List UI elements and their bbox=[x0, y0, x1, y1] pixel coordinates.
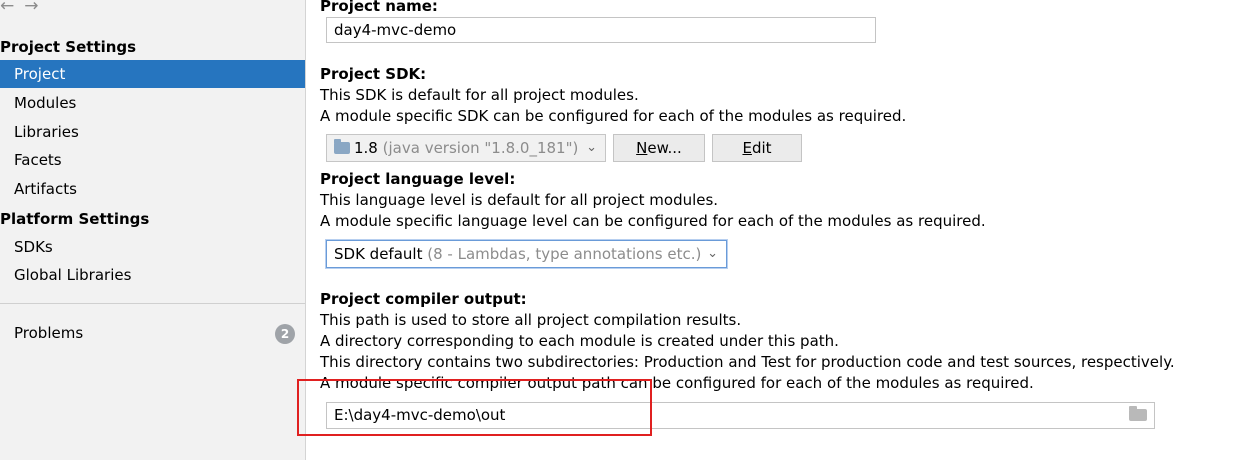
sidebar-item-sdks[interactable]: SDKs bbox=[0, 233, 305, 261]
compiler-output-desc-3: This directory contains two subdirectori… bbox=[320, 353, 1175, 371]
new-sdk-button[interactable]: New... bbox=[613, 134, 705, 162]
project-sdk-desc-1: This SDK is default for all project modu… bbox=[320, 86, 639, 104]
language-level-detail: (8 - Lambdas, type annotations etc.) bbox=[427, 245, 702, 263]
sidebar-item-facets[interactable]: Facets bbox=[0, 146, 305, 174]
compiler-output-desc-1: This path is used to store all project c… bbox=[320, 311, 742, 329]
project-sdk-select[interactable]: 1.8 (java version "1.8.0_181") ⌄ bbox=[326, 134, 606, 162]
sdk-folder-icon bbox=[334, 139, 350, 154]
browse-folder-icon[interactable] bbox=[1129, 406, 1147, 421]
sidebar-divider bbox=[0, 303, 305, 304]
settings-sidebar: ← → Project Settings Project Modules Libr… bbox=[0, 0, 306, 460]
sdk-version: 1.8 bbox=[354, 139, 378, 157]
project-name-input[interactable]: day4-mvc-demo bbox=[326, 17, 876, 43]
sidebar-item-libraries[interactable]: Libraries bbox=[0, 118, 305, 146]
problems-label: Problems bbox=[14, 324, 84, 342]
problems-count-badge: 2 bbox=[275, 324, 295, 344]
project-sdk-label: Project SDK: bbox=[320, 65, 427, 83]
language-level-desc-1: This language level is default for all p… bbox=[320, 191, 719, 209]
sidebar-item-project[interactable]: Project bbox=[0, 60, 305, 88]
platform-settings-header: Platform Settings bbox=[0, 210, 150, 228]
edit-sdk-button[interactable]: Edit bbox=[712, 134, 802, 162]
sidebar-item-global-libraries[interactable]: Global Libraries bbox=[0, 261, 305, 289]
sdk-version-detail: (java version "1.8.0_181") bbox=[382, 139, 579, 157]
project-sdk-desc-2: A module specific SDK can be configured … bbox=[320, 107, 907, 125]
chevron-down-icon: ⌄ bbox=[586, 140, 597, 155]
language-level-label: Project language level: bbox=[320, 170, 516, 188]
highlight-annotation-box bbox=[297, 379, 652, 436]
back-arrow-icon[interactable]: ← bbox=[0, 0, 14, 16]
chevron-down-icon: ⌄ bbox=[707, 246, 718, 261]
language-level-value: SDK default bbox=[334, 245, 423, 263]
project-settings-header: Project Settings bbox=[0, 38, 137, 56]
sidebar-item-artifacts[interactable]: Artifacts bbox=[0, 175, 305, 203]
project-name-label: Project name: bbox=[320, 0, 438, 15]
sidebar-item-problems[interactable]: Problems 2 bbox=[0, 319, 305, 347]
language-level-select[interactable]: SDK default (8 - Lambdas, type annotatio… bbox=[326, 240, 727, 268]
sidebar-item-modules[interactable]: Modules bbox=[0, 89, 305, 117]
language-level-desc-2: A module specific language level can be … bbox=[320, 212, 986, 230]
nav-arrows: ← → bbox=[0, 0, 49, 16]
compiler-output-label: Project compiler output: bbox=[320, 290, 527, 308]
compiler-output-desc-2: A directory corresponding to each module… bbox=[320, 332, 839, 350]
forward-arrow-icon[interactable]: → bbox=[24, 0, 38, 16]
